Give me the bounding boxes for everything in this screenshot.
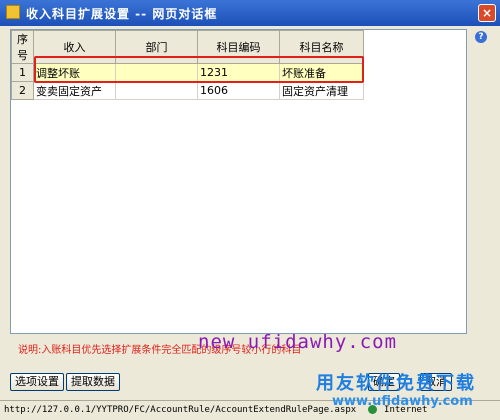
watermark-site: www.ufidawhy.com [332,394,473,409]
title-bar: 收入科目扩展设置 -- 网页对话框 × [0,0,500,26]
name-cell[interactable]: 固定资产清理 [279,81,364,100]
watermark-url: new ufidawhy.com [198,331,398,353]
select-settings-button[interactable]: 选项设置 [10,373,64,391]
fetch-data-button[interactable]: 提取数据 [66,373,120,391]
header-index: 序号 [11,30,34,64]
status-url: http://127.0.0.1/YYTPRO/FC/AccountRule/A… [4,405,357,415]
table-row[interactable]: 2 变卖固定资产 1606 固定资产清理 [11,81,364,100]
income-cell[interactable]: 变卖固定资产 [33,81,116,100]
close-button[interactable]: × [478,4,496,22]
help-icon[interactable]: ? [475,31,487,43]
row-index: 1 [11,63,34,82]
window-title: 收入科目扩展设置 -- 网页对话框 [26,7,218,21]
dept-cell[interactable] [115,81,198,100]
watermark-slogan: 用友软件免费下载 [316,373,476,394]
code-cell[interactable]: 1606 [197,81,280,100]
highlight-annotation [34,56,364,83]
row-index: 2 [11,81,34,100]
dialog-icon [6,5,20,19]
